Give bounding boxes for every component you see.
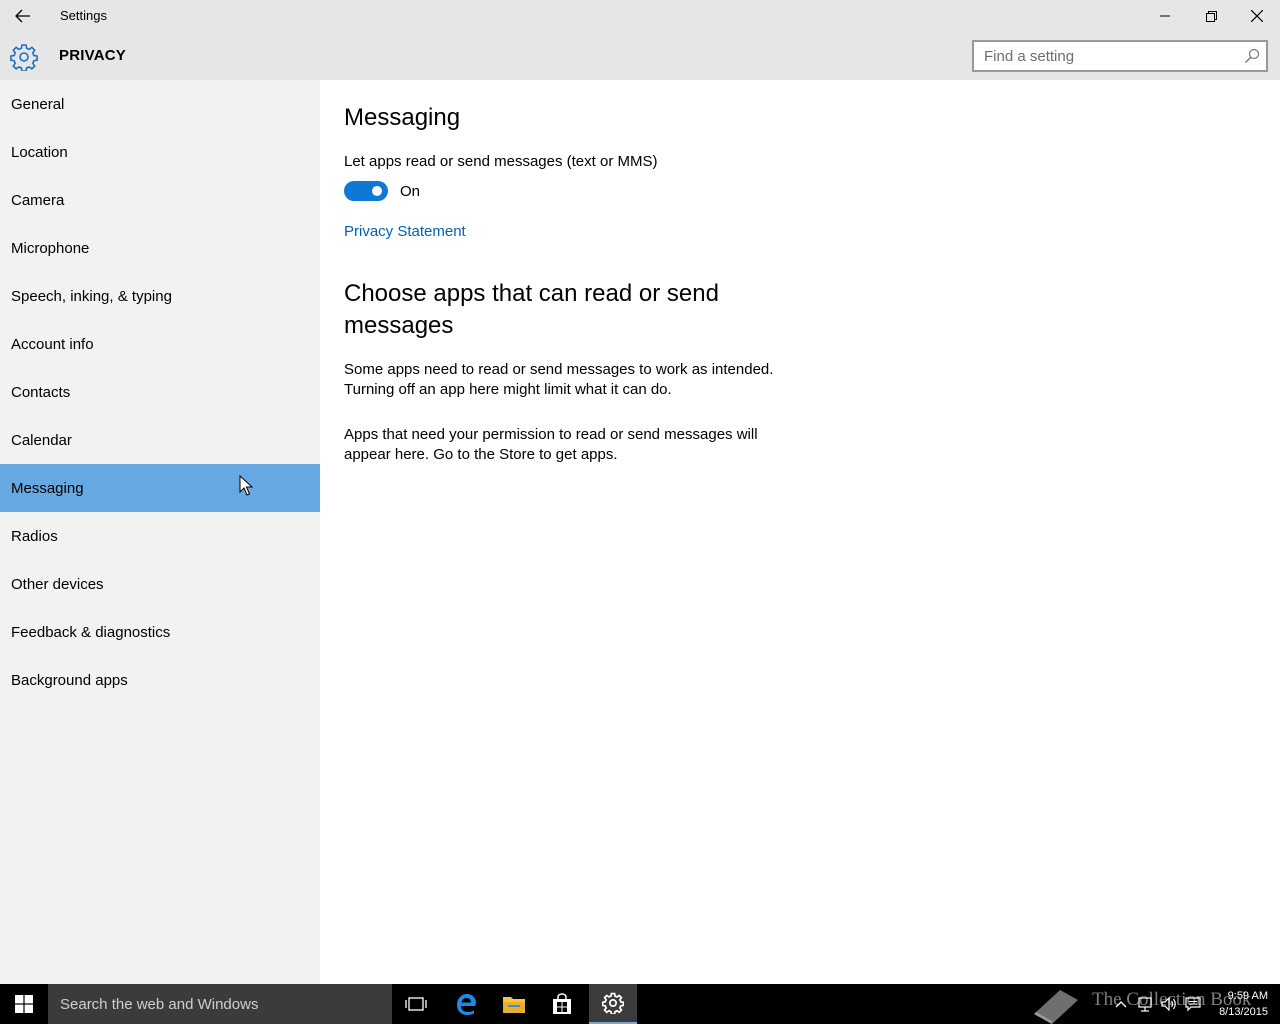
chevron-up-icon[interactable] [1112,995,1130,1013]
action-center-icon[interactable] [1184,995,1202,1013]
minimize-icon [1160,15,1170,17]
clock-date: 8/13/2015 [1219,1006,1268,1018]
folder-icon [503,997,525,1013]
settings-gear-icon [602,992,624,1014]
section-title: PRIVACY [59,47,126,64]
sidebar-item-general[interactable]: General [0,80,320,128]
info-paragraph: Some apps need to read or send messages … [344,361,774,398]
settings-taskbar-button[interactable] [589,984,637,1024]
main-content: Messaging Let apps read or send messages… [320,80,1280,984]
edge-button[interactable] [442,984,490,1024]
messaging-toggle[interactable] [344,181,388,201]
start-button[interactable] [0,984,48,1024]
sidebar-item-camera[interactable]: Camera [0,176,320,224]
sidebar-item-feedback[interactable]: Feedback & diagnostics [0,608,320,656]
store-button[interactable] [538,984,586,1024]
network-icon[interactable] [1136,995,1154,1013]
store-paragraph: Apps that need your permission to read o… [344,426,758,463]
privacy-statement-link[interactable]: Privacy Statement [344,223,466,240]
task-view-icon [405,997,427,1011]
store-bag-icon [553,993,571,1014]
restore-button[interactable] [1188,0,1234,32]
sidebar-item-messaging[interactable]: Messaging [0,464,320,512]
toggle-label: Let apps read or send messages (text or … [344,153,658,170]
gear-icon [10,44,38,71]
book-logo-icon [1034,990,1078,1024]
sidebar: General Location Camera Microphone Speec… [0,80,320,984]
taskbar: Search the web and Windows The Collectio… [0,984,1280,1024]
back-arrow-icon [15,9,30,23]
toggle-knob [372,186,382,196]
toggle-state-text: On [400,183,421,200]
clock[interactable]: 9:59 AM 8/13/2015 [1208,988,1268,1020]
task-view-button[interactable] [392,984,440,1024]
sidebar-item-calendar[interactable]: Calendar [0,416,320,464]
sidebar-item-other-devices[interactable]: Other devices [0,560,320,608]
sidebar-item-account-info[interactable]: Account info [0,320,320,368]
volume-icon[interactable] [1160,995,1178,1013]
search-icon[interactable] [1244,48,1260,64]
sidebar-item-background-apps[interactable]: Background apps [0,656,320,704]
sidebar-item-microphone[interactable]: Microphone [0,224,320,272]
sidebar-item-location[interactable]: Location [0,128,320,176]
close-button[interactable] [1234,0,1280,32]
clock-time: 9:59 AM [1227,990,1268,1002]
find-setting-search[interactable] [972,40,1268,72]
settings-header: PRIVACY [0,32,1280,80]
search-input[interactable] [974,42,1234,70]
taskbar-search-text: Search the web and Windows [60,996,259,1013]
close-icon [1251,10,1263,22]
page-title: Messaging [344,104,461,131]
taskbar-search-box[interactable]: Search the web and Windows [48,984,392,1024]
window-title: Settings [60,8,107,23]
mouse-cursor-icon [239,475,253,496]
sidebar-item-speech[interactable]: Speech, inking, & typing [0,272,320,320]
title-bar: Settings [0,0,1280,32]
edge-browser-icon [457,994,476,1015]
minimize-button[interactable] [1142,0,1188,32]
windows-logo-icon [15,995,33,1013]
back-button[interactable] [0,0,46,32]
file-explorer-button[interactable] [490,984,538,1024]
choose-apps-heading: Choose apps that can read or send messag… [344,280,719,339]
restore-icon [1205,10,1217,22]
sidebar-item-radios[interactable]: Radios [0,512,320,560]
sidebar-item-contacts[interactable]: Contacts [0,368,320,416]
